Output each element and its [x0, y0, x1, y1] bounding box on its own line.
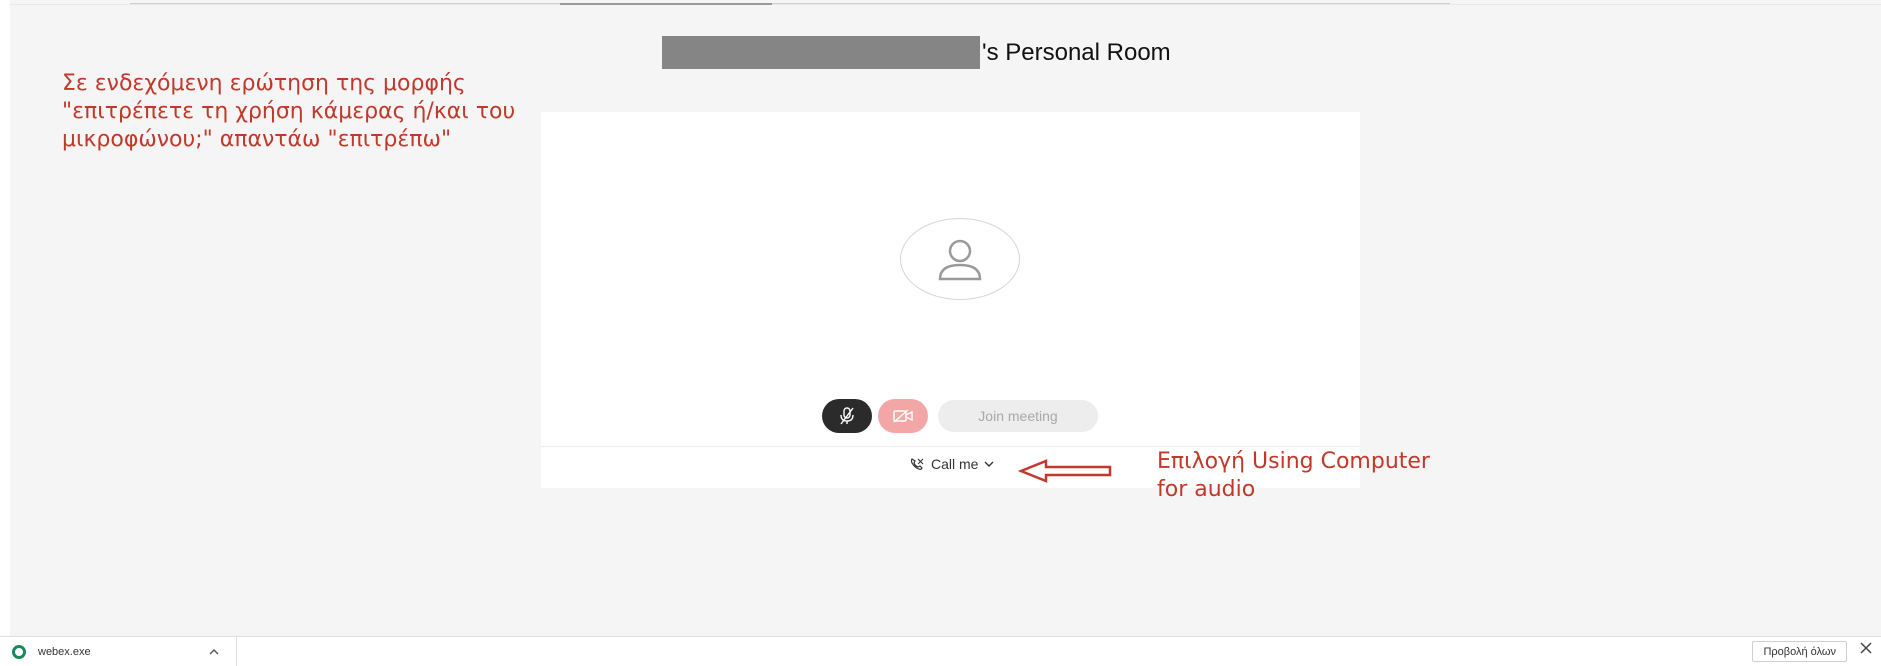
close-icon[interactable] [1859, 641, 1873, 655]
person-icon [938, 239, 982, 281]
download-file-name: webex.exe [38, 645, 91, 658]
meeting-title: 's Personal Room [982, 38, 1171, 66]
annotation-line: μικροφώνου;" απαντάω "επιτρέπω" [62, 127, 452, 152]
preview-card: Join meeting Call me [541, 112, 1360, 488]
card-divider [541, 446, 1360, 447]
download-bar: webex.exe Προβολή όλων [0, 636, 1881, 666]
mute-button[interactable] [822, 399, 872, 433]
annotation-permission-note: Σε ενδεχόμενη ερώτηση της μορφής "επιτρέ… [62, 70, 515, 154]
audio-option-label: Call me [931, 456, 979, 472]
chevron-up-icon[interactable] [208, 648, 220, 656]
top-strip-active-segment [560, 0, 772, 5]
top-strip-segment [130, 0, 1450, 4]
meeting-title-row: 's Personal Room [662, 36, 1171, 69]
audio-connection-dropdown[interactable]: Call me [909, 456, 994, 472]
top-tab-strip [10, 0, 1881, 5]
redacted-host-name [662, 36, 980, 69]
annotation-line: for audio [1157, 477, 1256, 502]
chevron-down-icon [984, 461, 994, 467]
show-all-downloads-button[interactable]: Προβολή όλων [1752, 641, 1847, 662]
meeting-controls: Join meeting [822, 399, 1098, 433]
meeting-window: 's Personal Room Σε ενδεχόμενη ερώτηση τ… [10, 0, 1881, 636]
annotation-line: Επιλογή Using Computer [1157, 449, 1430, 474]
webex-icon [12, 644, 26, 659]
avatar [900, 218, 1020, 300]
phone-icon [910, 458, 924, 470]
annotation-audio-note: Επιλογή Using Computer for audio [1157, 448, 1430, 504]
arrow-annotation-icon [1018, 459, 1112, 483]
microphone-muted-icon [840, 407, 854, 425]
annotation-line: "επιτρέπετε τη χρήση κάμερας ή/και του [62, 99, 516, 124]
download-item[interactable]: webex.exe [12, 637, 237, 666]
join-meeting-button[interactable]: Join meeting [938, 400, 1098, 432]
camera-off-icon [893, 409, 913, 423]
video-button[interactable] [878, 399, 928, 433]
annotation-line: Σε ενδεχόμενη ερώτηση της μορφής [62, 71, 466, 96]
